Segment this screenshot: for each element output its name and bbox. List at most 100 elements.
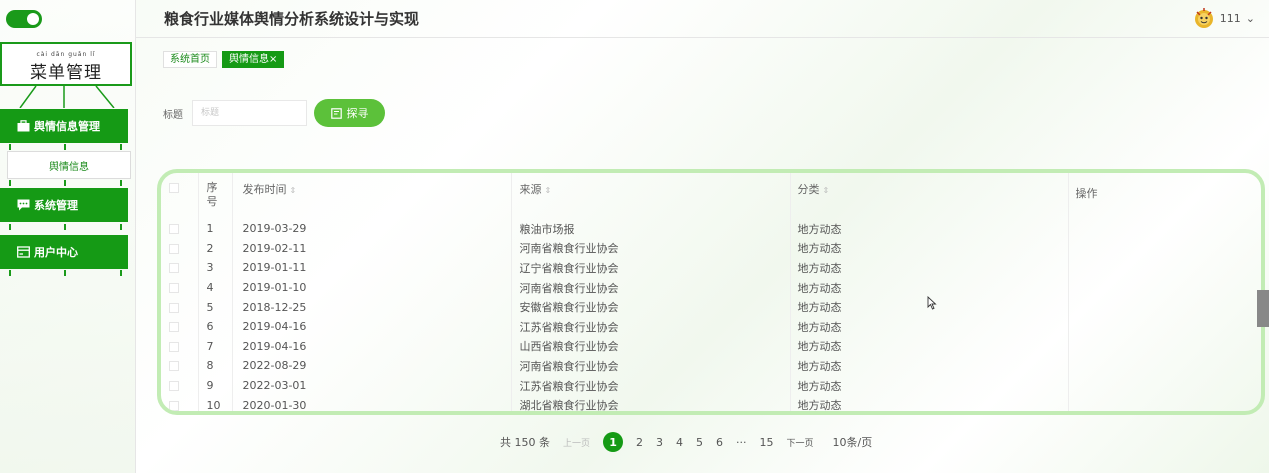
- row-checkbox[interactable]: [169, 283, 179, 294]
- header-operation-label: 操作: [1075, 187, 1098, 200]
- row-operation: [1068, 219, 1261, 239]
- header-publish-time[interactable]: 发布时间 ⇕: [232, 173, 512, 219]
- top-header: 粮食行业媒体舆情分析系统设计与实现 111 ⌄: [136, 0, 1269, 38]
- user-name: 111: [1219, 11, 1241, 25]
- prev-page-button[interactable]: 上一页: [563, 436, 590, 449]
- table-body: 1 2019-03-29 粮油市场报 地方动态 2 2019-02-11 河南省粮食行业协会…: [161, 219, 1261, 411]
- toggle-knob: [27, 13, 39, 25]
- close-icon[interactable]: ×: [269, 54, 277, 65]
- header-operation: 操作: [1068, 173, 1261, 219]
- table-row[interactable]: 2 2019-02-11 河南省粮食行业协会 地方动态: [161, 238, 1261, 259]
- sidebar-toggle[interactable]: [6, 10, 42, 28]
- page-2-button[interactable]: 2: [636, 436, 643, 449]
- row-index: 4: [198, 277, 233, 298]
- sidebar-item-opinion-management[interactable]: 舆情信息管理: [0, 109, 128, 143]
- card-icon: [17, 246, 30, 258]
- row-checkbox-cell: [161, 258, 199, 278]
- row-checkbox[interactable]: [169, 400, 179, 411]
- row-operation: [1068, 376, 1261, 396]
- header-index-label: 序号: [206, 181, 218, 208]
- search-button[interactable]: 探寻: [314, 99, 385, 127]
- row-index: 6: [198, 316, 233, 337]
- menu-ticks: [0, 180, 128, 186]
- page-15-button[interactable]: 15: [760, 436, 774, 449]
- sidebar: cài dān guǎn lǐ 菜单管理 舆情信息管理 舆情信息 系统管理 用户…: [0, 0, 136, 473]
- header-source-label: 来源: [519, 183, 542, 196]
- search-label: 标题: [163, 110, 183, 121]
- row-category: 地方动态: [790, 258, 1069, 278]
- table-row[interactable]: 9 2022-03-01 江苏省粮食行业协会 地方动态: [161, 375, 1261, 396]
- row-index: 3: [198, 258, 233, 278]
- sidebar-item-label: 系统管理: [34, 199, 78, 212]
- row-index: 8: [198, 356, 233, 376]
- table-row[interactable]: 10 2020-01-30 湖北省粮食行业协会 地方动态: [161, 395, 1261, 411]
- table-row[interactable]: 4 2019-01-10 河南省粮食行业协会 地方动态: [161, 277, 1261, 298]
- sidebar-subitem-opinion-info[interactable]: 舆情信息: [7, 151, 131, 179]
- table-row[interactable]: 5 2018-12-25 安徽省粮食行业协会 地方动态: [161, 297, 1261, 317]
- tab-label: 舆情信息: [229, 54, 269, 65]
- row-category: 地方动态: [790, 238, 1069, 259]
- page-ellipsis[interactable]: ···: [736, 436, 747, 449]
- row-checkbox-cell: [161, 336, 199, 357]
- menu-title: 菜单管理: [30, 63, 102, 83]
- table-row[interactable]: 6 2019-04-16 江苏省粮食行业协会 地方动态: [161, 316, 1261, 337]
- breadcrumb-tabs: 系统首页 舆情信息×: [163, 51, 285, 68]
- row-publish-time: 2022-08-29: [232, 356, 512, 376]
- row-operation: [1068, 356, 1261, 376]
- row-checkbox-cell: [161, 219, 199, 239]
- next-page-button[interactable]: 下一页: [787, 436, 814, 449]
- table-row[interactable]: 1 2019-03-29 粮油市场报 地方动态: [161, 219, 1261, 239]
- table-row[interactable]: 8 2022-08-29 河南省粮食行业协会 地方动态: [161, 356, 1261, 376]
- sidebar-item-label: 舆情信息管理: [34, 120, 100, 133]
- tab-opinion-info[interactable]: 舆情信息×: [222, 51, 285, 68]
- table-row[interactable]: 7 2019-04-16 山西省粮食行业协会 地方动态: [161, 336, 1261, 357]
- header-source[interactable]: 来源 ⇕: [511, 173, 791, 219]
- sidebar-item-user-center[interactable]: 用户中心: [0, 235, 128, 269]
- row-source: 河南省粮食行业协会: [511, 238, 791, 259]
- row-publish-time: 2019-04-16: [232, 316, 512, 337]
- row-publish-time: 2019-02-11: [232, 238, 512, 259]
- row-checkbox-cell: [161, 297, 199, 317]
- user-menu[interactable]: 111 ⌄: [1193, 7, 1255, 29]
- row-checkbox[interactable]: [169, 263, 179, 274]
- menu-title-box: cài dān guǎn lǐ 菜单管理: [0, 42, 132, 86]
- data-table-container: 序号 发布时间 ⇕ 来源 ⇕ 分类 ⇕ 操作 1 2019-03-29 粮油市场报 地方动态…: [157, 169, 1265, 415]
- row-category: 地方动态: [790, 356, 1069, 376]
- row-checkbox[interactable]: [169, 381, 179, 392]
- row-source: 湖北省粮食行业协会: [511, 395, 791, 411]
- search-icon: [330, 107, 342, 119]
- sort-icon[interactable]: ⇕: [545, 186, 552, 195]
- page-4-button[interactable]: 4: [676, 436, 683, 449]
- row-checkbox[interactable]: [169, 224, 179, 235]
- row-checkbox[interactable]: [169, 302, 179, 313]
- sort-icon[interactable]: ⇕: [823, 186, 830, 195]
- search-input[interactable]: [192, 100, 307, 126]
- page-5-button[interactable]: 5: [696, 436, 703, 449]
- menu-ticks: [0, 144, 128, 150]
- row-checkbox[interactable]: [169, 322, 179, 333]
- header-category[interactable]: 分类 ⇕: [790, 173, 1069, 219]
- select-all-checkbox[interactable]: [169, 183, 179, 193]
- search-button-label: 探寻: [346, 108, 369, 120]
- menu-ticks: [0, 224, 128, 230]
- table-header-row: 序号 发布时间 ⇕ 来源 ⇕ 分类 ⇕ 操作: [161, 173, 1261, 219]
- row-publish-time: 2019-01-11: [232, 258, 512, 278]
- row-category: 地方动态: [790, 277, 1069, 298]
- header-time-label: 发布时间: [242, 183, 287, 196]
- pagination-total: 共 150 条: [500, 436, 550, 449]
- page-size-select[interactable]: 10条/页: [833, 434, 873, 450]
- row-operation: [1068, 337, 1261, 357]
- table-row[interactable]: 3 2019-01-11 辽宁省粮食行业协会 地方动态: [161, 258, 1261, 278]
- row-publish-time: 2020-01-30: [232, 395, 512, 411]
- tab-home[interactable]: 系统首页: [163, 51, 217, 68]
- row-operation: [1068, 317, 1261, 337]
- page-scrollbar[interactable]: [1257, 290, 1269, 327]
- page-3-button[interactable]: 3: [656, 436, 663, 449]
- row-checkbox[interactable]: [169, 341, 179, 352]
- row-checkbox[interactable]: [169, 361, 179, 372]
- sidebar-item-system-management[interactable]: 系统管理: [0, 188, 128, 222]
- page-6-button[interactable]: 6: [716, 436, 723, 449]
- row-checkbox[interactable]: [169, 243, 179, 254]
- page-1-button[interactable]: 1: [603, 432, 624, 452]
- sort-icon[interactable]: ⇕: [290, 186, 297, 195]
